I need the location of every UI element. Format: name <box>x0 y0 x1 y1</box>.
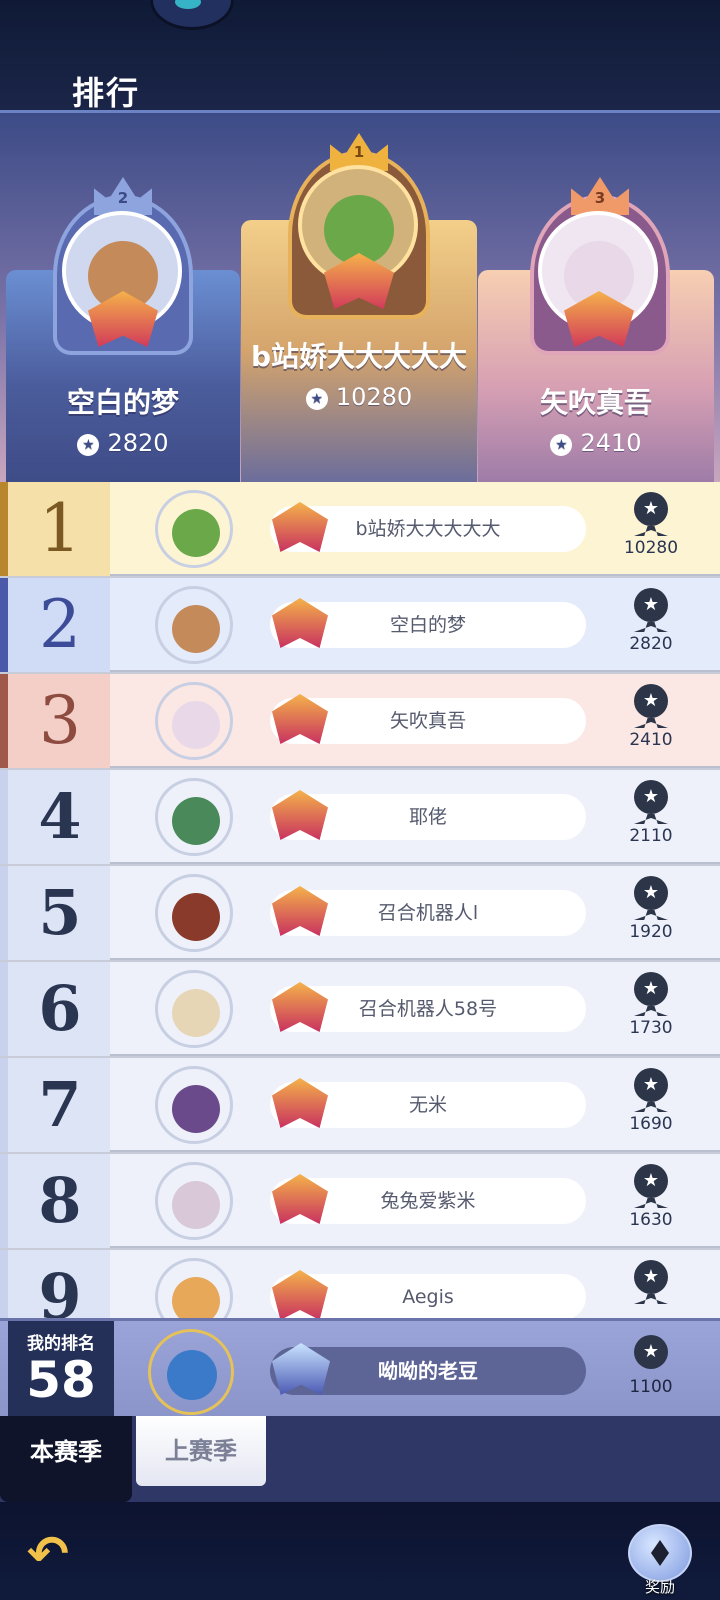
podium-score-1: ★ 10280 <box>241 383 477 411</box>
score: ★ 1690 <box>608 1068 694 1134</box>
podium-score-2: ★ 2820 <box>6 429 240 457</box>
score-medal-icon: ★ <box>634 876 668 910</box>
bottom-bar: ↶ 奖励 <box>0 1502 720 1600</box>
score: ★ 2820 <box>608 588 694 654</box>
leaderboard-row[interactable]: 6 召合机器人58号 ★ 1730 <box>0 962 720 1056</box>
rank-number: 5 <box>38 876 82 949</box>
score-value: 1730 <box>629 1018 673 1038</box>
podium-score-3: ★ 2410 <box>478 429 714 457</box>
score-value: 2410 <box>629 730 673 750</box>
score-medal-icon: ★ <box>634 1164 668 1198</box>
leaderboard-row[interactable]: 2 空白的梦 ★ 2820 <box>0 578 720 672</box>
score-medal-icon: ★ <box>634 972 668 1006</box>
podium-name-3: 矢吹真吾 <box>539 386 652 419</box>
my-score-value: 1100 <box>629 1377 673 1397</box>
mascot-avatar[interactable] <box>150 0 234 30</box>
score: ★ 1730 <box>608 972 694 1038</box>
rank-number: 2 <box>39 586 81 663</box>
score: ★ 1920 <box>608 876 694 942</box>
score-value: 10280 <box>623 538 679 558</box>
avatar[interactable] <box>155 586 233 664</box>
score-medal-icon: ★ <box>634 1068 668 1102</box>
top-bar: 排行 <box>0 0 720 112</box>
avatar[interactable] <box>155 1066 233 1144</box>
score: ★ 2110 <box>608 780 694 846</box>
podium-score-value: 10280 <box>335 383 413 411</box>
podium-name-2: 空白的梦 <box>66 386 179 419</box>
score-value: 2820 <box>629 634 673 654</box>
leaderboard-row[interactable]: 1 b站娇大大大大大 ★ 10280 <box>0 482 720 576</box>
score-medal-icon: ★ <box>634 588 668 622</box>
podium-score-value: 2410 <box>580 429 642 457</box>
avatar[interactable] <box>155 490 233 568</box>
my-rank-number: 58 <box>26 1351 96 1409</box>
season-tabs: 本赛季 上赛季 <box>0 1416 720 1502</box>
score-medal-icon: ★ <box>634 1335 668 1369</box>
score: ★ <box>608 1260 694 1306</box>
podium-rank-1: 1 <box>353 143 365 161</box>
rank-number: 3 <box>39 682 81 759</box>
rank-number: 6 <box>38 972 82 1045</box>
page-title: 排行 <box>72 74 141 112</box>
score-value: 1920 <box>629 922 673 942</box>
leaderboard-list[interactable]: 1 b站娇大大大大大 ★ 10280 2 空白的梦 ★ 2820 3 矢吹真吾 ★ 2… <box>0 482 720 1318</box>
avatar[interactable] <box>155 970 233 1048</box>
podium-rank-2: 2 <box>117 189 129 207</box>
rank-number: 9 <box>38 1260 82 1318</box>
tab-current-season[interactable]: 本赛季 <box>0 1416 132 1502</box>
avatar[interactable] <box>155 1162 233 1240</box>
score: ★ 10280 <box>608 492 694 558</box>
my-score: ★ 1100 <box>608 1335 694 1397</box>
my-avatar[interactable] <box>148 1329 234 1415</box>
back-arrow-icon[interactable]: ↶ <box>18 1526 78 1582</box>
leaderboard-row[interactable]: 9 Aegis ★ <box>0 1250 720 1318</box>
score-value: 1690 <box>629 1114 673 1134</box>
podium: 2 1 3 空白的梦 b站娇大大大大大 矢吹真吾 ★ 2820 ★ 10280 ★ 2… <box>0 110 720 482</box>
leaderboard-row[interactable]: 3 矢吹真吾 ★ 2410 <box>0 674 720 768</box>
score-medal-icon: ★ <box>634 684 668 718</box>
score-value: 2110 <box>629 826 673 846</box>
rank-number: 1 <box>39 490 81 567</box>
podium-score-value: 2820 <box>107 429 169 457</box>
avatar[interactable] <box>155 874 233 952</box>
score-medal-icon: ★ <box>305 388 328 410</box>
score-medal-icon: ★ <box>634 492 668 526</box>
leaderboard-row[interactable]: 5 召合机器人l ★ 1920 <box>0 866 720 960</box>
my-rank-row[interactable]: 我的排名 58 呦呦的老豆 ★ 1100 <box>0 1318 720 1419</box>
reward-label: 奖励 <box>644 1578 675 1596</box>
score-medal-icon: ★ <box>634 1260 668 1294</box>
podium-name-1: b站娇大大大大大 <box>250 340 468 373</box>
rank-number: 7 <box>38 1068 82 1141</box>
avatar[interactable] <box>155 1258 233 1318</box>
rank-number: 4 <box>38 780 82 853</box>
score: ★ 1630 <box>608 1164 694 1230</box>
score-medal-icon: ★ <box>634 780 668 814</box>
podium-rank-3: 3 <box>594 189 606 207</box>
avatar[interactable] <box>155 682 233 760</box>
rank-number: 8 <box>38 1164 82 1237</box>
score-value: 1630 <box>629 1210 673 1230</box>
avatar[interactable] <box>155 778 233 856</box>
score-medal-icon: ★ <box>77 434 100 456</box>
tab-last-season[interactable]: 上赛季 <box>136 1416 266 1486</box>
score: ★ 2410 <box>608 684 694 750</box>
leaderboard-row[interactable]: 7 无米 ★ 1690 <box>0 1058 720 1152</box>
leaderboard-row[interactable]: 8 兔兔爱紫米 ★ 1630 <box>0 1154 720 1248</box>
score-medal-icon: ★ <box>550 434 573 456</box>
reward-chest-icon[interactable] <box>628 1524 692 1582</box>
leaderboard-row[interactable]: 4 耶佬 ★ 2110 <box>0 770 720 864</box>
